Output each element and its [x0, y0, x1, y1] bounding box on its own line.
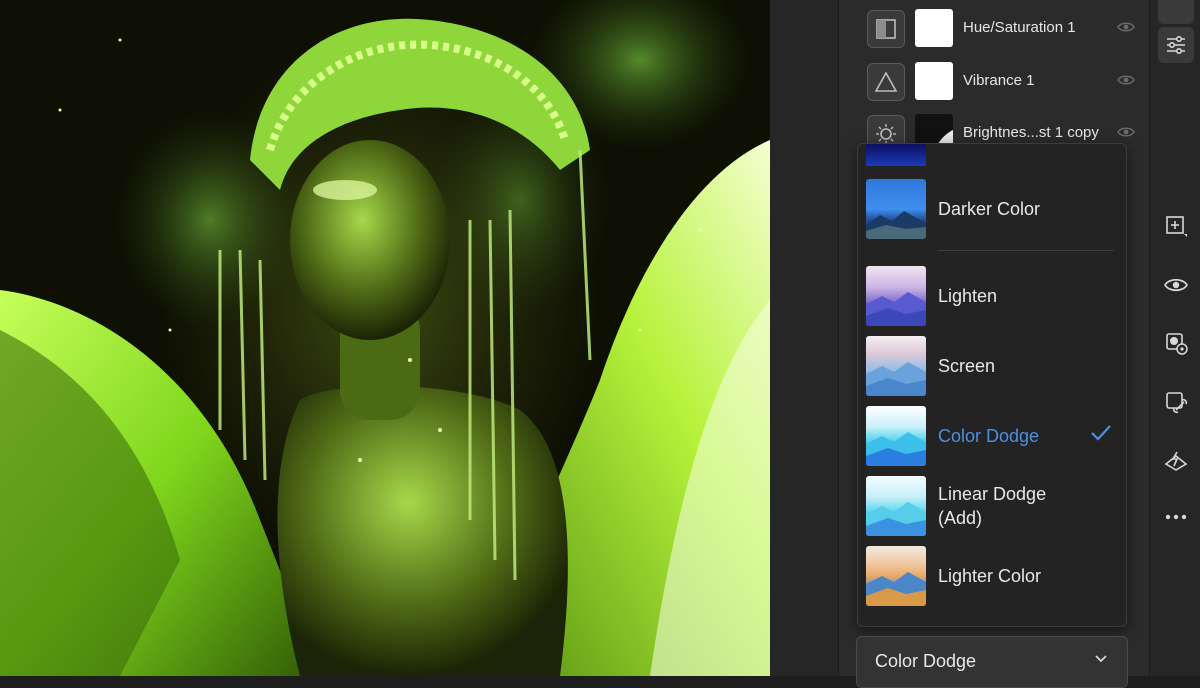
- layer-row-hue-saturation[interactable]: Hue/Saturation 1: [839, 2, 1149, 54]
- menu-separator: [938, 250, 1114, 251]
- option-thumbnail: [866, 336, 926, 396]
- photo-canvas[interactable]: [0, 0, 770, 676]
- hue-saturation-icon: [867, 10, 905, 48]
- layer-properties-icon[interactable]: [1158, 27, 1194, 63]
- panel-divider-strip: [770, 0, 839, 676]
- blend-option-darker-color[interactable]: Darker Color: [858, 177, 1126, 241]
- option-thumbnail: [866, 266, 926, 326]
- vibrance-triangle-icon: [867, 63, 905, 101]
- layer-name: Brightnes...st 1 copy: [963, 124, 1099, 141]
- blend-option-linear-dodge[interactable]: Linear Dodge (Add): [858, 474, 1126, 538]
- option-thumbnail: [866, 476, 926, 536]
- layer-name: Vibrance 1: [963, 72, 1035, 89]
- canvas-artwork: [0, 0, 770, 676]
- option-thumbnail: [866, 179, 926, 239]
- right-toolbar: [1149, 0, 1200, 676]
- eye-icon[interactable]: [1117, 73, 1135, 87]
- blend-option-screen[interactable]: Screen: [858, 334, 1126, 398]
- blend-mode-select[interactable]: Color Dodge: [856, 636, 1128, 688]
- option-label: Color Dodge: [938, 426, 1040, 446]
- option-label: Screen: [938, 356, 996, 376]
- option-label: Lighten: [938, 286, 998, 306]
- eye-icon[interactable]: [1117, 125, 1135, 139]
- adjustment-layer-icon[interactable]: [1158, 442, 1194, 478]
- option-thumbnail: [866, 546, 926, 606]
- option-label: Darker Color: [938, 199, 1041, 219]
- top-tool-button[interactable]: [1158, 0, 1194, 24]
- option-label: Linear Dodge (Add): [938, 484, 1047, 528]
- more-options-icon[interactable]: [1158, 499, 1194, 535]
- visibility-eye-icon[interactable]: [1158, 267, 1194, 303]
- option-thumbnail: [866, 406, 926, 466]
- blend-mode-menu: Darker Color Lighten Screen Color Dodge …: [857, 143, 1127, 627]
- blend-option-lighten[interactable]: Lighten: [858, 264, 1126, 328]
- link-layers-icon[interactable]: [1158, 384, 1194, 420]
- layer-mask-icon[interactable]: [1158, 325, 1194, 361]
- add-layer-icon[interactable]: [1158, 208, 1194, 244]
- layer-mask-thumbnail[interactable]: [915, 62, 953, 100]
- blend-option-color-dodge[interactable]: Color Dodge: [858, 404, 1126, 468]
- blend-mode-value: Color Dodge: [875, 651, 977, 671]
- chevron-down-icon: [1095, 655, 1107, 663]
- option-label: Lighter Color: [938, 566, 1042, 586]
- checkmark-icon: [1091, 425, 1111, 441]
- layer-name: Hue/Saturation 1: [963, 19, 1076, 36]
- eye-icon[interactable]: [1117, 20, 1135, 34]
- layer-mask-thumbnail[interactable]: [915, 9, 953, 47]
- layer-row-vibrance[interactable]: Vibrance 1: [839, 55, 1149, 107]
- partial-option-thumbnail: [866, 144, 926, 166]
- blend-option-lighter-color[interactable]: Lighter Color: [858, 544, 1126, 608]
